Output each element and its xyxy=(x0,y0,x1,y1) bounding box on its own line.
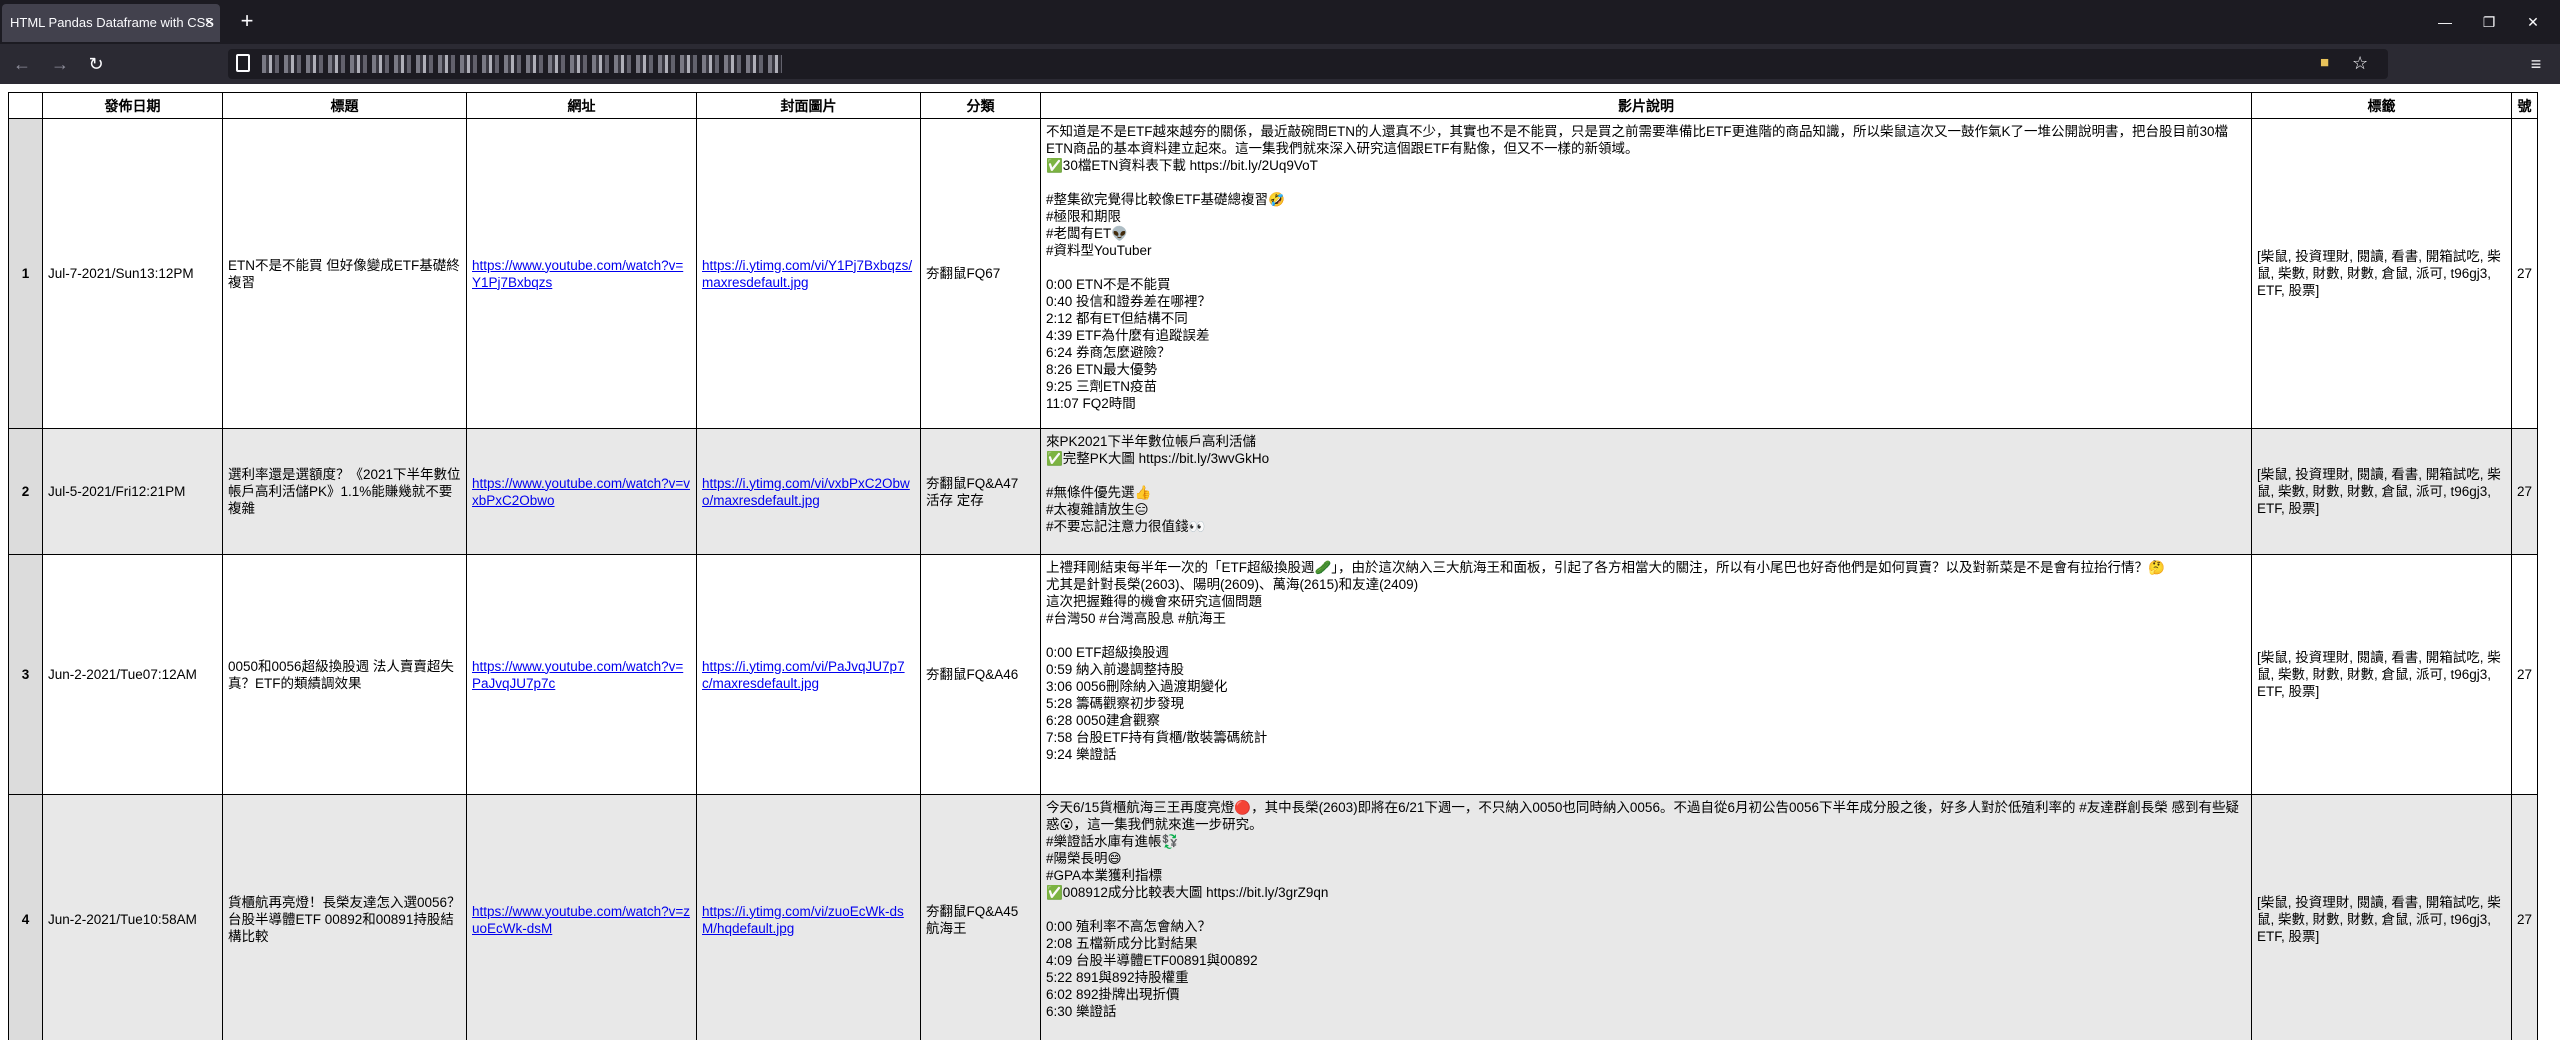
address-bar[interactable]: ▘▗▝▖ ▗▘▝ ▖▗▘▝▗▖▘ ▝▖▗ ▘▗▝▖▘▗ ▝▘▗▖ ■ ☆ xyxy=(228,49,2388,79)
tab-title: HTML Pandas Dataframe with CSS xyxy=(10,15,214,30)
forward-icon[interactable]: → xyxy=(46,50,74,78)
back-icon[interactable]: ← xyxy=(8,50,36,78)
row-index: 1 xyxy=(8,118,43,429)
header-title[interactable]: 標題 xyxy=(222,92,467,119)
video-link[interactable]: https://www.youtube.com/watch?v=zuoEcWk-… xyxy=(472,904,690,936)
bookmark-star-icon[interactable]: ☆ xyxy=(2352,53,2372,73)
cell-title: ETN不是不能買 但好像變成ETF基礎終複習 xyxy=(222,118,467,429)
cell-description: 不知道是不是ETF越來越夯的關係，最近敲碗問ETN的人還真不少，其實也不是不能買… xyxy=(1040,118,2252,429)
page-content: 發佈日期 標題 網址 封面圖片 分類 影片說明 標籤 號 1 Jul-7-202… xyxy=(0,84,2560,1040)
minimize-icon[interactable]: — xyxy=(2430,8,2460,36)
header-number[interactable]: 號 xyxy=(2510,92,2539,119)
table-row: 1 Jul-7-2021/Sun13:12PM ETN不是不能買 但好像變成ET… xyxy=(8,118,2539,429)
header-date[interactable]: 發佈日期 xyxy=(42,92,223,119)
cell-url: https://www.youtube.com/watch?v=vxbPxC2O… xyxy=(466,428,697,555)
cell-date: Jul-5-2021/Fri12:21PM xyxy=(42,428,223,555)
window-close-icon[interactable]: ✕ xyxy=(2518,8,2548,36)
tab-close-icon[interactable]: × xyxy=(205,4,214,42)
cell-thumbnail: https://i.ytimg.com/vi/Y1Pj7Bxbqzs/maxre… xyxy=(696,118,921,429)
video-link[interactable]: https://www.youtube.com/watch?v=vxbPxC2O… xyxy=(472,476,690,508)
restore-icon[interactable]: ❐ xyxy=(2474,8,2504,36)
cell-url: https://www.youtube.com/watch?v=Y1Pj7Bxb… xyxy=(466,118,697,429)
description-text: 今天6/15貨櫃航海三王再度亮燈🔴，其中長榮(2603)即將在6/21下週一，不… xyxy=(1046,800,2239,1019)
cell-category: 夯翻鼠FQ&A47 活存 定存 xyxy=(920,428,1041,555)
dataframe-table: 發佈日期 標題 網址 封面圖片 分類 影片說明 標籤 號 1 Jul-7-202… xyxy=(8,92,2539,1040)
cell-number: 27 xyxy=(2510,554,2539,795)
table-row: 3 Jun-2-2021/Tue07:12AM 0050和0056超級換股週 法… xyxy=(8,554,2539,795)
cell-date: Jun-2-2021/Tue10:58AM xyxy=(42,794,223,1040)
header-thumbnail[interactable]: 封面圖片 xyxy=(696,92,921,119)
cell-category: 夯翻鼠FQ&A46 xyxy=(920,554,1041,795)
description-text: 不知道是不是ETF越來越夯的關係，最近敲碗問ETN的人還真不少，其實也不是不能買… xyxy=(1046,124,2229,411)
url-text-obscured[interactable]: ▘▗▝▖ ▗▘▝ ▖▗▘▝▗▖▘ ▝▖▗ ▘▗▝▖▘▗ ▝▘▗▖ xyxy=(262,55,782,73)
cell-tags: [柴鼠, 投資理財, 閱讀, 看書, 開箱試吃, 柴鼠, 柴數, 財數, 財數,… xyxy=(2251,794,2512,1040)
thumbnail-link[interactable]: https://i.ytimg.com/vi/zuoEcWk-dsM/hqdef… xyxy=(702,904,904,936)
tab-bar: HTML Pandas Dataframe with CSS × + — ❐ ✕ xyxy=(0,0,2560,44)
cell-title: 0050和0056超級換股週 法人賣賣超失真？ETF的類績調效果 xyxy=(222,554,467,795)
thumbnail-link[interactable]: https://i.ytimg.com/vi/Y1Pj7Bxbqzs/maxre… xyxy=(702,258,912,290)
cell-title: 貨櫃航再亮燈！長榮友達怎入選0056？台股半導體ETF 00892和00891持… xyxy=(222,794,467,1040)
cell-description: 來PK2021下半年數位帳戶高利活儲 ✅完整PK大圖 https://bit.l… xyxy=(1040,428,2252,555)
cell-number: 27 xyxy=(2510,428,2539,555)
cell-title: 選利率還是選額度？《2021下半年數位帳戶高利活儲PK》1.1%能賺幾就不要複雜 xyxy=(222,428,467,555)
row-index: 4 xyxy=(8,794,43,1040)
cell-tags: [柴鼠, 投資理財, 閱讀, 看書, 開箱試吃, 柴鼠, 柴數, 財數, 財數,… xyxy=(2251,554,2512,795)
table-row: 4 Jun-2-2021/Tue10:58AM 貨櫃航再亮燈！長榮友達怎入選00… xyxy=(8,794,2539,1040)
header-row: 發佈日期 標題 網址 封面圖片 分類 影片說明 標籤 號 xyxy=(8,92,2539,119)
row-index: 2 xyxy=(8,428,43,555)
cell-number: 27 xyxy=(2510,794,2539,1040)
cell-category: 夯翻鼠FQ&A45 航海王 xyxy=(920,794,1041,1040)
cell-date: Jul-7-2021/Sun13:12PM xyxy=(42,118,223,429)
cell-thumbnail: https://i.ytimg.com/vi/vxbPxC2Obwo/maxre… xyxy=(696,428,921,555)
cell-date: Jun-2-2021/Tue07:12AM xyxy=(42,554,223,795)
thumbnail-link[interactable]: https://i.ytimg.com/vi/PaJvqJU7p7c/maxre… xyxy=(702,659,905,691)
tab-active[interactable]: HTML Pandas Dataframe with CSS × xyxy=(2,4,220,42)
cell-description: 今天6/15貨櫃航海三王再度亮燈🔴，其中長榮(2603)即將在6/21下週一，不… xyxy=(1040,794,2252,1040)
video-link[interactable]: https://www.youtube.com/watch?v=Y1Pj7Bxb… xyxy=(472,258,683,290)
thumbnail-link[interactable]: https://i.ytimg.com/vi/vxbPxC2Obwo/maxre… xyxy=(702,476,910,508)
header-category[interactable]: 分類 xyxy=(920,92,1041,119)
description-text: 來PK2021下半年數位帳戶高利活儲 ✅完整PK大圖 https://bit.l… xyxy=(1046,434,1270,534)
cell-tags: [柴鼠, 投資理財, 閱讀, 看書, 開箱試吃, 柴鼠, 柴數, 財數, 財數,… xyxy=(2251,118,2512,429)
page-icon xyxy=(236,54,250,72)
header-url[interactable]: 網址 xyxy=(466,92,697,119)
cell-thumbnail: https://i.ytimg.com/vi/zuoEcWk-dsM/hqdef… xyxy=(696,794,921,1040)
cell-number: 27 xyxy=(2510,118,2539,429)
description-text: 上禮拜剛結束每半年一次的「ETF超級換股週🥒」，由於這次納入三大航海王和面板，引… xyxy=(1046,560,2165,762)
cell-thumbnail: https://i.ytimg.com/vi/PaJvqJU7p7c/maxre… xyxy=(696,554,921,795)
video-link[interactable]: https://www.youtube.com/watch?v=PaJvqJU7… xyxy=(472,659,683,691)
menu-icon[interactable]: ≡ xyxy=(2524,52,2548,76)
row-index: 3 xyxy=(8,554,43,795)
reload-icon[interactable]: ↻ xyxy=(82,50,110,78)
cell-url: https://www.youtube.com/watch?v=zuoEcWk-… xyxy=(466,794,697,1040)
cell-category: 夯翻鼠FQ67 xyxy=(920,118,1041,429)
nav-bar: ← → ↻ ▘▗▝▖ ▗▘▝ ▖▗▘▝▗▖▘ ▝▖▗ ▘▗▝▖▘▗ ▝▘▗▖ ■… xyxy=(0,44,2560,84)
cell-description: 上禮拜剛結束每半年一次的「ETF超級換股週🥒」，由於這次納入三大航海王和面板，引… xyxy=(1040,554,2252,795)
cell-url: https://www.youtube.com/watch?v=PaJvqJU7… xyxy=(466,554,697,795)
header-description[interactable]: 影片說明 xyxy=(1040,92,2252,119)
cell-tags: [柴鼠, 投資理財, 閱讀, 看書, 開箱試吃, 柴鼠, 柴數, 財數, 財數,… xyxy=(2251,428,2512,555)
new-tab-icon[interactable]: + xyxy=(232,6,262,36)
table-row: 2 Jul-5-2021/Fri12:21PM 選利率還是選額度？《2021下半… xyxy=(8,428,2539,555)
header-tags[interactable]: 標籤 xyxy=(2251,92,2512,119)
folder-icon[interactable]: ■ xyxy=(2320,55,2340,71)
header-index xyxy=(8,92,43,119)
